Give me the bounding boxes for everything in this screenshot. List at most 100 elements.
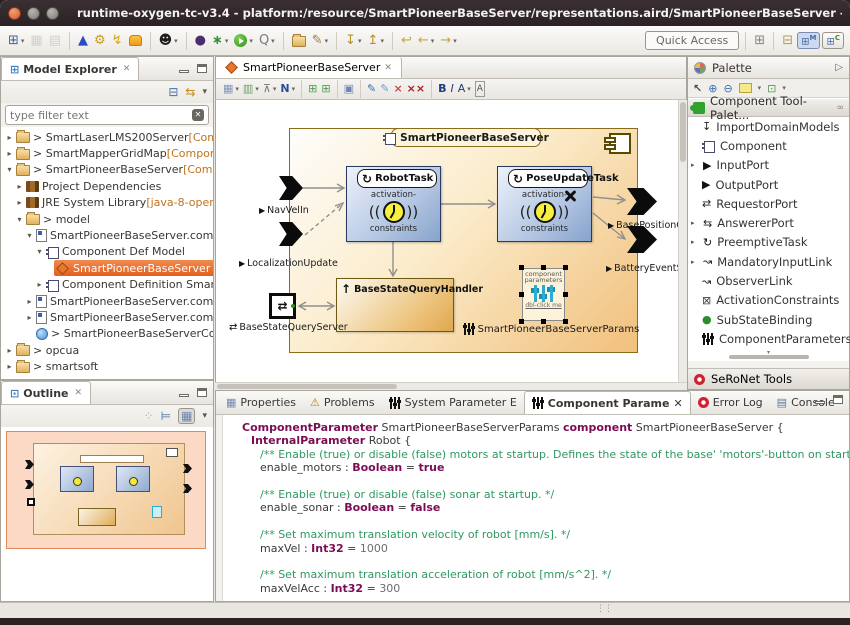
- tree-expand-arrow[interactable]: ▸: [5, 346, 14, 355]
- tab-component-parame[interactable]: Component Parame✕: [524, 391, 691, 414]
- font-dialog-button[interactable]: A: [473, 79, 487, 99]
- tree-item[interactable]: ▸Project Dependencies: [1, 178, 213, 194]
- link-with-editor-icon[interactable]: ⇆: [185, 85, 195, 99]
- tree-item[interactable]: ▾> SmartPioneerBaseServer [Compo: [1, 162, 213, 178]
- tree-item[interactable]: ▸> SmartLaserLMS200Server [Compo: [1, 129, 213, 145]
- open-resource-folder-button[interactable]: [290, 33, 308, 49]
- diagram-canvas[interactable]: SmartPioneerBaseServer ↻ RobotTask: [215, 100, 678, 382]
- minimize-view-icon[interactable]: [179, 394, 189, 397]
- close-icon[interactable]: ✕: [673, 397, 682, 410]
- palette-expand-arrow[interactable]: ▸: [691, 238, 698, 246]
- tree-item[interactable]: ▾SmartPioneerBaseServer.compo: [1, 227, 213, 243]
- palette-expand-arrow[interactable]: ▸: [691, 258, 698, 266]
- reqport-label[interactable]: ⇄BaseStateQueryServer: [229, 322, 348, 333]
- palette-item-substatebinding[interactable]: ●SubStateBinding: [688, 310, 849, 329]
- navigate-back-button[interactable]: ←▾: [416, 32, 436, 50]
- palette-item-preemptivetask[interactable]: ▸↻PreemptiveTask: [688, 233, 849, 252]
- filter-input[interactable]: [10, 109, 192, 122]
- perspective-modeling-button[interactable]: ⊞M: [797, 32, 820, 49]
- font-bold-button[interactable]: B: [436, 80, 448, 98]
- outline-viewport-overlay[interactable]: [6, 431, 206, 549]
- chevron-right-icon[interactable]: ▷: [835, 62, 843, 73]
- tree-item[interactable]: ▾> model: [1, 211, 213, 227]
- tab-system-parameter-e[interactable]: System Parameter E: [382, 391, 524, 414]
- inport-navvelin-label[interactable]: ▶NavVelIn: [259, 205, 309, 216]
- task-poseupdatetask[interactable]: ↻ PoseUpdateTask activation- (()) constr…: [497, 166, 592, 242]
- last-edit-up-button[interactable]: ↥▾: [366, 32, 386, 50]
- perspective-other-button[interactable]: ⊞C: [822, 32, 844, 49]
- selection-handle[interactable]: [519, 265, 524, 270]
- copy-layout-button[interactable]: ⊟: [780, 32, 795, 50]
- user-account-button[interactable]: ☻▾: [157, 32, 180, 50]
- tree-expand-arrow[interactable]: ▸: [15, 182, 24, 191]
- marketplace-button[interactable]: ⊞: [752, 32, 767, 50]
- delete-from-diagram-button[interactable]: ×: [391, 80, 404, 98]
- tab-problems[interactable]: ⚠Problems: [303, 391, 382, 414]
- tree-expand-arrow[interactable]: ▸: [5, 133, 14, 142]
- tab-properties[interactable]: ▦Properties: [219, 391, 303, 414]
- dropdown-arrow-icon[interactable]: ▾: [467, 85, 471, 93]
- build-gears-button[interactable]: ⚙: [92, 32, 108, 50]
- outline-tree-mode-icon[interactable]: ⊨: [161, 409, 171, 423]
- dropdown-arrow-icon[interactable]: ▾: [271, 37, 275, 45]
- sash-grip[interactable]: ⋮⋮: [596, 604, 612, 614]
- export-diagram-button[interactable]: ⊞: [306, 80, 319, 98]
- palette-drawer-seronet-tools[interactable]: SeRoNet Tools: [688, 368, 849, 389]
- outline-overview-mode-icon[interactable]: ▦: [178, 408, 195, 424]
- external-tools-button[interactable]: Q▾: [257, 32, 277, 50]
- hide-element-button[interactable]: ✎: [365, 80, 378, 98]
- handler-basestatequeryhandler[interactable]: ↑ BaseStateQueryHandler: [336, 278, 454, 332]
- dropdown-arrow-icon[interactable]: ▾: [255, 85, 259, 93]
- dropdown-arrow-icon[interactable]: ▾: [380, 37, 384, 45]
- palette-item-mandatoryinputlink[interactable]: ▸↝MandatoryInputLink: [688, 252, 849, 271]
- dropdown-arrow-icon[interactable]: ▾: [453, 37, 457, 45]
- selection-handle[interactable]: [541, 265, 546, 270]
- filters-pin-button[interactable]: ⊼▾: [261, 80, 279, 98]
- palette-item-answererport[interactable]: ▸⇆AnswererPort: [688, 213, 849, 232]
- dropdown-arrow-icon[interactable]: ▾: [273, 85, 277, 93]
- dbl-click-link[interactable]: dbl-click me: [523, 302, 564, 309]
- close-icon[interactable]: ✕: [75, 388, 83, 398]
- window-maximize-button[interactable]: [46, 7, 59, 20]
- tree-item[interactable]: ▸> SmartMapperGridMap [Compone: [1, 145, 213, 161]
- tree-expand-arrow[interactable]: ▾: [25, 231, 34, 240]
- tree-item[interactable]: ▸JRE System Library [java-8-openjd: [1, 195, 213, 211]
- new-wizard-button[interactable]: ⊞▾: [6, 32, 26, 50]
- layers-button[interactable]: ▥▾: [241, 80, 261, 98]
- palette-expand-arrow[interactable]: ▸: [691, 161, 698, 169]
- palette-drawer-component-tools[interactable]: Component Tool-Palet... ∞: [688, 98, 849, 117]
- window-minimize-button[interactable]: [27, 7, 40, 20]
- hide-label-button[interactable]: ✎: [378, 80, 391, 98]
- selection-handle[interactable]: [563, 292, 568, 297]
- copy-to-image-button[interactable]: ▣: [342, 80, 356, 98]
- palette-item-outputport[interactable]: ▶OutputPort: [688, 175, 849, 194]
- dropdown-arrow-icon[interactable]: ▾: [21, 37, 25, 45]
- minimize-view-icon[interactable]: [179, 70, 189, 73]
- tree-expand-arrow[interactable]: ▸: [25, 313, 34, 322]
- tree-item[interactable]: ▸SmartPioneerBaseServer.compo: [1, 309, 213, 325]
- export-image-button[interactable]: ⊞: [319, 80, 332, 98]
- tree-item[interactable]: ▸Component Definition SmartP: [1, 277, 213, 293]
- maximize-view-icon[interactable]: [197, 388, 207, 397]
- navigate-forward-button[interactable]: →▾: [438, 32, 458, 50]
- task-robottask[interactable]: ↻ RobotTask activation- (()) constraints: [346, 166, 441, 242]
- layout-arrange-button[interactable]: N▾: [278, 80, 297, 98]
- tree-expand-arrow[interactable]: ▾: [35, 247, 44, 256]
- debug-button[interactable]: ∗▾: [210, 32, 230, 50]
- view-menu-icon[interactable]: ▾: [202, 411, 207, 421]
- tree-item[interactable]: ▸SmartPioneerBaseServer.compo: [1, 293, 213, 309]
- parameter-editor[interactable]: ComponentParameter SmartPioneerBaseServe…: [216, 415, 849, 601]
- inport-localizationupdate-label[interactable]: ▶LocalizationUpdate: [239, 258, 338, 269]
- maximize-view-icon[interactable]: [197, 64, 207, 73]
- palette-expand-arrow[interactable]: ▸: [691, 219, 698, 227]
- palette-header[interactable]: Palette ▷: [688, 57, 849, 79]
- palette-scroll-indicator[interactable]: ▾: [688, 349, 849, 361]
- palette-item-activationconstraints[interactable]: ⊠ActivationConstraints: [688, 291, 849, 310]
- dropdown-arrow-icon[interactable]: ▾: [174, 37, 178, 45]
- maximize-view-icon[interactable]: [833, 395, 843, 404]
- quick-access-box[interactable]: Quick Access: [645, 31, 739, 50]
- component-parameters-element[interactable]: component parameters dbl-click me: [522, 268, 565, 321]
- dropdown-arrow-icon[interactable]: ▾: [235, 85, 239, 93]
- code-generate-wand-button[interactable]: ↯: [110, 32, 125, 50]
- robot-deploy-button[interactable]: [127, 33, 144, 48]
